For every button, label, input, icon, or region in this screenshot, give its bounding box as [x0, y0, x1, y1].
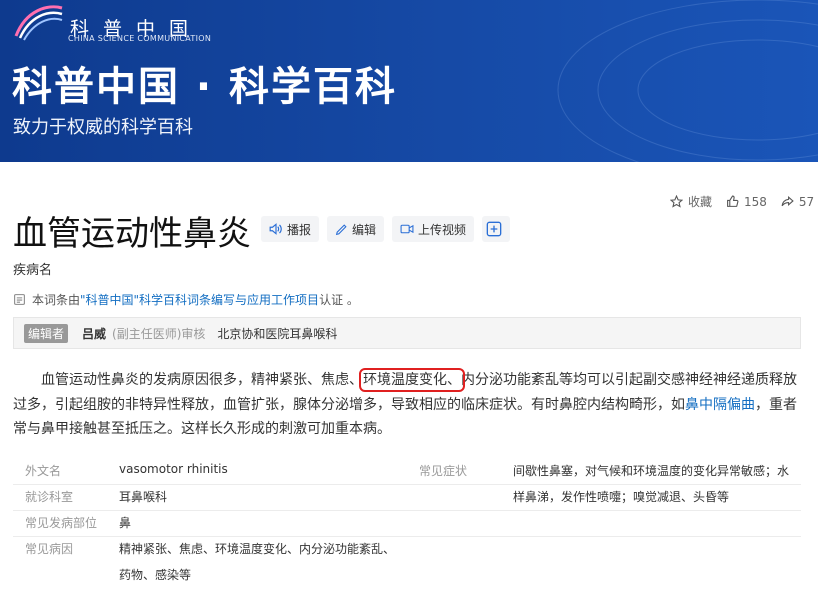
- certification-line: 本词条由 "科普中国"科学百科词条编写与应用工作项目 认证 。: [13, 291, 359, 308]
- entry-actions: 收藏 158 57: [670, 193, 818, 210]
- speaker-icon: [269, 223, 282, 235]
- favorite-button[interactable]: 收藏: [670, 193, 712, 210]
- summary-text-1: 血管运动性鼻炎的发病原因很多，精神紧张、焦虑、: [41, 372, 363, 388]
- editor-org: 北京协和医院耳鼻喉科: [217, 326, 338, 341]
- broadcast-label: 播报: [287, 222, 312, 237]
- info-label: 常见发病部位: [25, 516, 98, 530]
- edit-label: 编辑: [352, 222, 377, 237]
- info-label: 就诊科室: [25, 490, 74, 504]
- info-value: 精神紧张、焦虑、环境温度变化、内分泌功能紊乱、: [119, 542, 396, 556]
- thumbs-up-icon: [727, 195, 739, 207]
- document-icon: [14, 294, 25, 305]
- entry-subtitle: 疾病名: [13, 263, 53, 278]
- editor-bar: 编辑者 吕威 (副主任医师)审核 北京协和医院耳鼻喉科: [13, 317, 801, 349]
- logo-text-en: CHINA SCIENCE COMMUNICATION: [68, 34, 212, 43]
- info-value: 鼻: [119, 516, 132, 530]
- star-icon: [670, 195, 683, 208]
- logo-swirl-icon: [14, 5, 63, 41]
- info-value: 耳鼻喉科: [119, 490, 168, 504]
- upload-video-button[interactable]: 上传视频: [392, 216, 475, 242]
- header-banner: 科普中国 CHINA SCIENCE COMMUNICATION 科普中国 · …: [0, 0, 818, 162]
- favorite-label: 收藏: [688, 195, 713, 209]
- summary-paragraph: 血管运动性鼻炎的发病原因很多，精神紧张、焦虑、环境温度变化、内分泌功能紊乱等均可…: [13, 368, 803, 442]
- add-button[interactable]: [482, 216, 511, 242]
- share-icon: [781, 195, 794, 207]
- site-title: 科普中国 · 科学百科: [12, 64, 398, 110]
- info-value: 间歇性鼻塞，对气候和环境温度的变化异常敏感；水: [513, 464, 790, 478]
- nasal-septum-link[interactable]: 鼻中隔偏曲: [685, 397, 755, 413]
- info-value: vasomotor rhinitis: [119, 462, 228, 476]
- like-count: 158: [744, 194, 767, 209]
- entry-title: 血管运动性鼻炎: [13, 214, 251, 254]
- info-value: 药物、感染等: [119, 568, 192, 582]
- editor-tag: 编辑者: [24, 323, 69, 343]
- info-row: 外文名 vasomotor rhinitis 常见症状 间歇性鼻塞，对气候和环境…: [13, 458, 801, 485]
- video-camera-icon: [400, 224, 414, 234]
- broadcast-button[interactable]: 播报: [261, 216, 320, 242]
- certification-prefix: 本词条由: [32, 293, 81, 307]
- site-subtitle: 致力于权威的科学百科: [13, 117, 193, 138]
- like-button[interactable]: 158: [726, 195, 767, 209]
- editor-role: (副主任医师)审核: [112, 326, 206, 341]
- info-label: 外文名: [25, 464, 62, 478]
- info-row: 常见发病部位 鼻: [13, 510, 801, 537]
- editor-name[interactable]: 吕威: [82, 325, 106, 342]
- share-button[interactable]: 57: [781, 195, 814, 209]
- upload-video-label: 上传视频: [418, 222, 467, 237]
- pencil-icon: [335, 223, 347, 235]
- plus-square-icon: [486, 221, 502, 237]
- info-row: 就诊科室 耳鼻喉科 样鼻涕，发作性喷嚏；嗅觉减退、头昏等: [13, 484, 801, 511]
- info-label: 常见病因: [25, 542, 74, 556]
- share-count: 57: [798, 194, 815, 209]
- highlighted-phrase: 环境温度变化、: [359, 368, 465, 392]
- info-value: 样鼻涕，发作性喷嚏；嗅觉减退、头昏等: [513, 490, 730, 504]
- info-label: 常见症状: [419, 464, 468, 478]
- certification-suffix: 认证 。: [319, 293, 359, 307]
- banner-decoration: [557, 0, 818, 162]
- edit-button[interactable]: 编辑: [327, 216, 385, 242]
- site-logo[interactable]: [12, 2, 66, 42]
- certification-link[interactable]: "科普中国"科学百科词条编写与应用工作项目: [80, 291, 319, 308]
- info-row: 常见病因 精神紧张、焦虑、环境温度变化、内分泌功能紊乱、 药物、感染等: [13, 536, 801, 586]
- entry-toolbar: 播报 编辑 上传视频: [261, 216, 518, 242]
